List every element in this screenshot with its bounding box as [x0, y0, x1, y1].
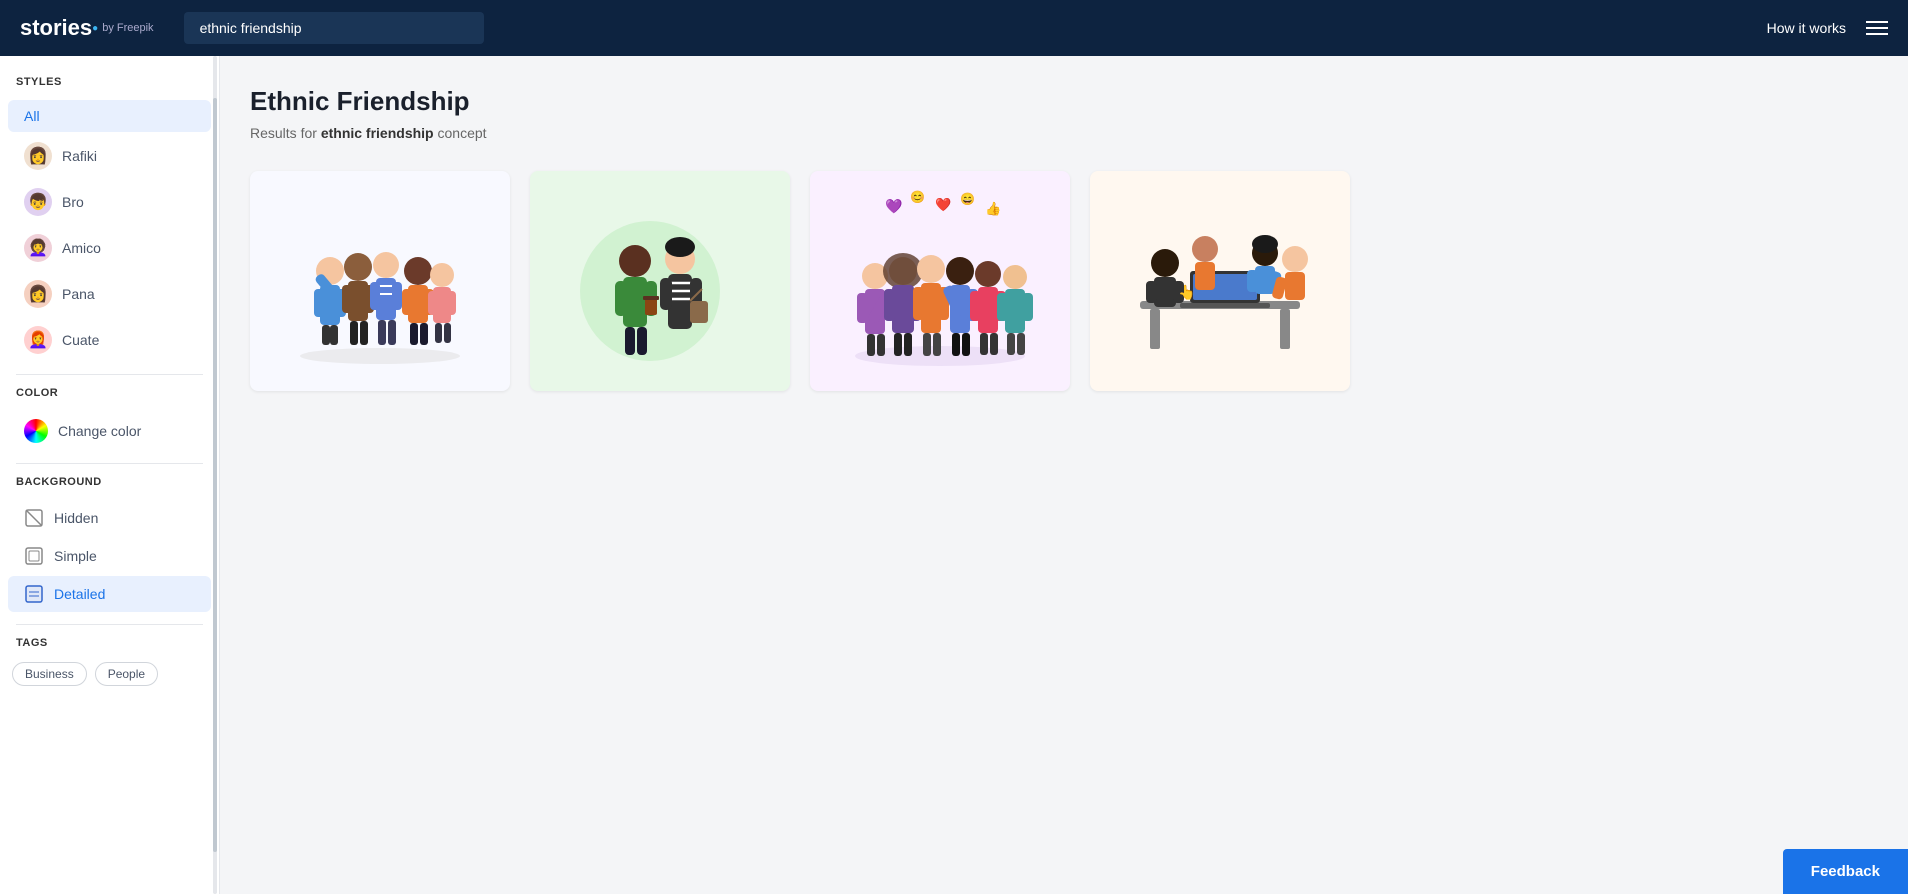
bro-label: Bro: [62, 194, 84, 210]
tags-container: Business People: [0, 659, 219, 689]
search-input[interactable]: [184, 12, 484, 44]
tags-section-title: TAGS: [0, 637, 219, 659]
illustration-svg-1: [270, 191, 490, 371]
svg-text:💜: 💜: [885, 198, 903, 214]
change-color-label: Change color: [58, 423, 141, 439]
logo-by-text: by Freepik: [102, 22, 153, 34]
results-description: Results for ethnic friendship concept: [250, 125, 1878, 141]
page-title: Ethnic Friendship: [250, 86, 1878, 117]
sidebar: STYLES All 👩 Rafiki 👦 Bro 👩‍🦱 Amico 👩 Pa…: [0, 56, 220, 894]
svg-text:😊: 😊: [910, 190, 925, 204]
detailed-label: Detailed: [54, 586, 105, 602]
color-wheel-icon: [24, 419, 48, 443]
content-area: Ethnic Friendship Results for ethnic fri…: [220, 56, 1908, 894]
sidebar-item-bro[interactable]: 👦 Bro: [8, 180, 211, 224]
results-suffix: concept: [434, 125, 487, 141]
sidebar-scrollbar-thumb: [213, 98, 217, 852]
pinterest-button-4[interactable]: P: [1306, 259, 1342, 295]
simple-bg-icon: [24, 546, 44, 566]
sidebar-item-rafiki[interactable]: 👩 Rafiki: [8, 134, 211, 178]
all-label: All: [24, 108, 40, 124]
edit-button-2[interactable]: ✏: [746, 179, 782, 215]
image-card-2[interactable]: ✏ ⬇ P: [530, 171, 790, 391]
sidebar-item-detailed[interactable]: Detailed: [8, 576, 211, 612]
pinterest-button-1[interactable]: P: [466, 259, 502, 295]
sidebar-item-amico[interactable]: 👩‍🦱 Amico: [8, 226, 211, 270]
logo-text: stories: [20, 15, 92, 41]
main-layout: STYLES All 👩 Rafiki 👦 Bro 👩‍🦱 Amico 👩 Pa…: [0, 56, 1908, 894]
hidden-label: Hidden: [54, 510, 98, 526]
color-divider: [16, 463, 203, 464]
illustration-svg-4: 👆: [1110, 191, 1330, 371]
tag-business[interactable]: Business: [12, 662, 87, 686]
download-button-4[interactable]: ⬇: [1306, 219, 1342, 255]
sidebar-item-pana[interactable]: 👩 Pana: [8, 272, 211, 316]
sidebar-item-all[interactable]: All: [8, 100, 211, 132]
edit-button-3[interactable]: ✏: [1026, 179, 1062, 215]
header: stories● by Freepik How it works: [0, 0, 1908, 56]
svg-text:😄: 😄: [960, 192, 975, 206]
rafiki-avatar: 👩: [24, 142, 52, 170]
image-card-1[interactable]: ✏ ⬇ P: [250, 171, 510, 391]
pinterest-button-2[interactable]: P: [746, 259, 782, 295]
change-color-button[interactable]: Change color: [8, 411, 211, 451]
feedback-button[interactable]: Feedback: [1783, 849, 1908, 894]
illustration-svg-3: 💜 😊 ❤️ 😄 👍: [830, 181, 1050, 381]
how-it-works-link[interactable]: How it works: [1767, 20, 1846, 36]
bro-avatar: 👦: [24, 188, 52, 216]
cuate-avatar: 👩‍🦰: [24, 326, 52, 354]
detailed-bg-icon: [24, 584, 44, 604]
sidebar-item-hidden[interactable]: Hidden: [8, 500, 211, 536]
image-card-4[interactable]: 👆: [1090, 171, 1350, 391]
sidebar-item-simple[interactable]: Simple: [8, 538, 211, 574]
amico-label: Amico: [62, 240, 101, 256]
bg-divider: [16, 624, 203, 625]
hidden-bg-icon: [24, 508, 44, 528]
svg-text:👍: 👍: [985, 201, 1001, 216]
svg-text:👆: 👆: [1178, 284, 1195, 301]
download-button-3[interactable]: ⬇: [1026, 219, 1062, 255]
edit-button-4[interactable]: ✏: [1306, 179, 1342, 215]
styles-section-title: STYLES: [0, 76, 219, 98]
svg-text:❤️: ❤️: [935, 197, 952, 212]
download-button-1[interactable]: ⬇: [466, 219, 502, 255]
styles-divider: [16, 374, 203, 375]
pana-avatar: 👩: [24, 280, 52, 308]
results-prefix: Results for: [250, 125, 321, 141]
color-section-title: COLOR: [0, 387, 219, 409]
pana-label: Pana: [62, 286, 95, 302]
image-card-3[interactable]: 💜 😊 ❤️ 😄 👍: [810, 171, 1070, 391]
menu-icon[interactable]: [1866, 21, 1888, 35]
tag-people[interactable]: People: [95, 662, 158, 686]
illustration-svg-2: [550, 191, 770, 371]
download-button-2[interactable]: ⬇: [746, 219, 782, 255]
simple-label: Simple: [54, 548, 97, 564]
sidebar-scrollbar: [213, 56, 217, 894]
amico-avatar: 👩‍🦱: [24, 234, 52, 262]
pinterest-button-3[interactable]: P: [1026, 259, 1062, 295]
results-keyword: ethnic friendship: [321, 125, 434, 141]
sidebar-item-cuate[interactable]: 👩‍🦰 Cuate: [8, 318, 211, 362]
header-right: How it works: [1767, 20, 1888, 36]
edit-button-1[interactable]: ✏: [466, 179, 502, 215]
background-section-title: BACKGROUND: [0, 476, 219, 498]
rafiki-label: Rafiki: [62, 148, 97, 164]
image-grid: ✏ ⬇ P: [250, 171, 1878, 391]
logo[interactable]: stories● by Freepik: [20, 15, 154, 41]
cuate-label: Cuate: [62, 332, 99, 348]
